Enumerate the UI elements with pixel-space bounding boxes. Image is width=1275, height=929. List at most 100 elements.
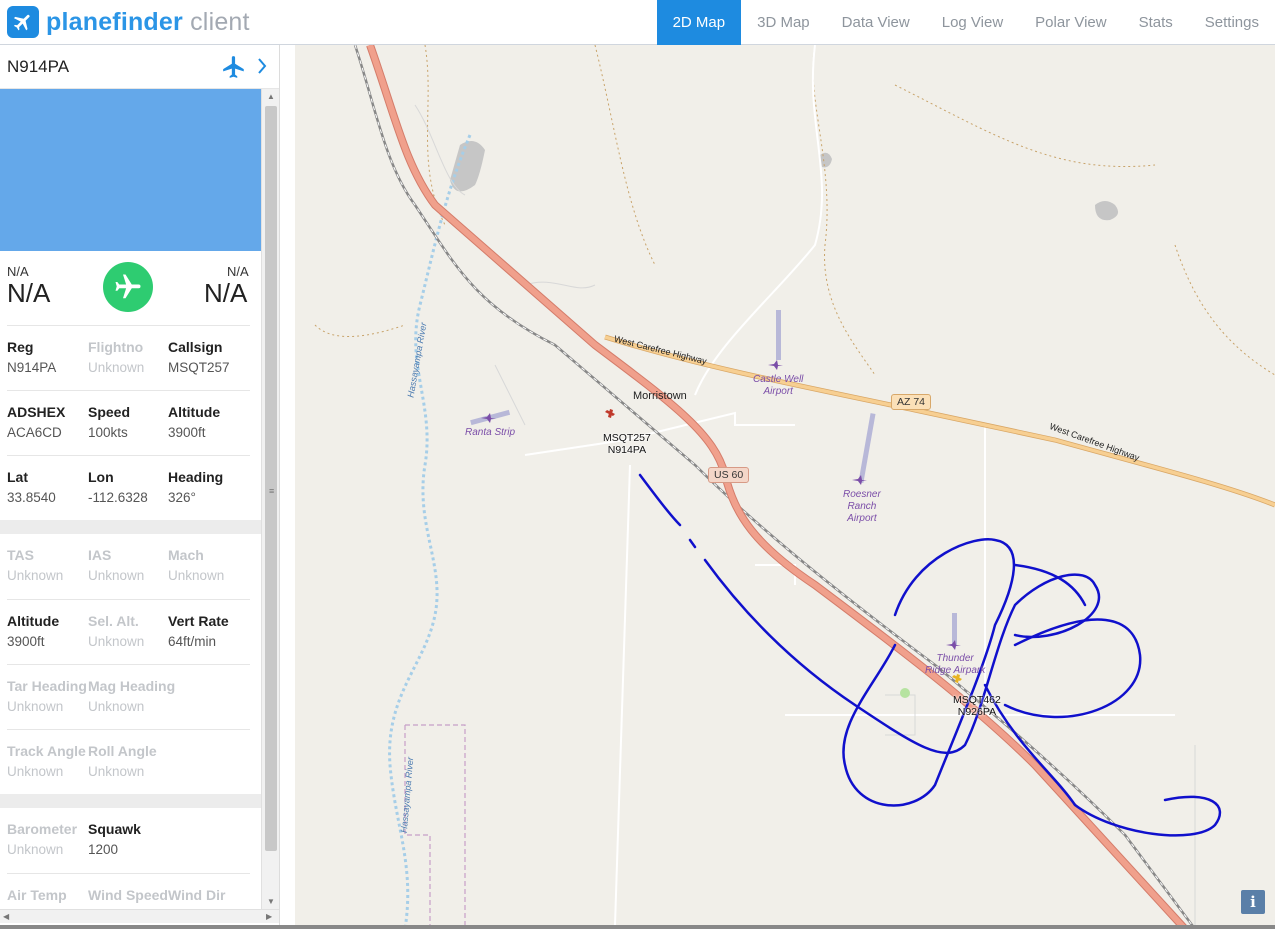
logo-plane-icon [7,6,39,38]
info-group-identity: Reg N914PA Flightno Unknown Callsign MSQT25… [7,325,250,390]
aircraft-n914pa-icon[interactable] [605,409,615,418]
field-label: Lat [7,469,28,485]
aircraft-tag-n914pa[interactable]: MSQT257 N914PA [603,432,651,456]
field-value: N914PA [7,360,57,375]
runway-castle-well [776,310,781,360]
route-summary: N/A N/A N/A N/A [0,251,261,325]
aircraft-callsign: MSQT462 [953,694,1001,706]
info-group-position: Lat 33.8540 Lon -112.6328 Heading 326° [7,455,250,520]
info-group-baro: Barometer Unknown Squawk 1200 [7,808,250,873]
field-squawk: Squawk 1200 [88,821,170,857]
castle-well-airport-icon [768,360,783,370]
scrollbar-thumb[interactable]: ≡ [265,106,277,851]
info-group-altitude: Altitude 3900ft Sel. Alt. Unknown Vert Rat… [7,599,250,664]
scroll-down-arrow-icon[interactable]: ▼ [267,897,275,906]
panel-content: N/A N/A N/A N/A Reg N914PA Flightno Unknow… [0,251,261,929]
tab-3d-map[interactable]: 3D Map [741,0,826,45]
field-value: 1200 [88,842,119,857]
horizontal-scrollbar[interactable]: ◀ ▶ [0,909,279,923]
scroll-right-arrow-icon[interactable]: ▶ [266,912,272,921]
field-mag-heading: Mag Heading Unknown [88,678,175,714]
field-value: Unknown [88,634,145,649]
header-bar: planefinder client 2D Map 3D Map Data Vi… [0,0,1275,45]
field-tar-heading: Tar Heading Unknown [7,678,89,714]
airport-label-line: Airport [763,386,793,397]
field-ias: IAS Unknown [88,547,170,583]
field-lon: Lon -112.6328 [88,469,170,505]
vertical-scrollbar[interactable]: ▲ ≡ ▼ [261,89,279,909]
us60-shield: US 60 [708,467,750,483]
field-label: Roll Angle [88,743,157,759]
field-label: Callsign [168,339,223,355]
tab-polar-view[interactable]: Polar View [1019,0,1122,45]
field-altitude: Altitude 3900ft [168,404,250,440]
field-value: Unknown [7,764,64,779]
info-group-basic: ADSHEX ACA6CD Speed 100kts Altitude 3900ft [7,390,250,455]
us60 [367,45,1188,929]
map-info-button[interactable]: i [1241,890,1265,914]
field-label: Mach [168,547,204,563]
field-label: Reg [7,339,34,355]
minor-roads [524,45,1175,926]
airport-label-line: Castle Well [753,374,804,385]
grip-icon: ≡ [269,486,275,496]
airport-label-ranta: Ranta Strip [465,427,516,438]
field-value: Unknown [88,699,145,714]
field-value: 326° [168,490,196,505]
airport-label-line: Thunder [936,653,974,664]
field-vert-rate: Vert Rate 64ft/min [168,613,250,649]
field-value: 33.8540 [7,490,56,505]
scroll-left-arrow-icon[interactable]: ◀ [3,912,9,921]
tab-2d-map[interactable]: 2D Map [656,0,742,45]
field-value: Unknown [88,360,145,375]
field-value: 64ft/min [168,634,217,649]
field-speed: Speed 100kts [88,404,170,440]
aircraft-tag-n926pa[interactable]: MSQT462 N926PA [953,694,1001,718]
tab-settings[interactable]: Settings [1189,0,1275,45]
field-barometer: Barometer Unknown [7,821,89,857]
field-flightno: Flightno Unknown [88,339,170,375]
field-heading: Heading 326° [168,469,250,505]
field-value: Unknown [88,764,145,779]
park-marker [900,688,910,698]
destination-code: N/A [227,264,249,279]
field-wind-dir: Wind Dir [168,887,250,908]
field-label: Track Angle [7,743,86,759]
airport-label-line: Ranch [847,501,877,512]
terrain-patch [820,152,832,168]
logo-text: planefinder client [46,8,250,37]
field-mach: Mach Unknown [168,547,250,583]
aircraft-photo [0,89,261,251]
tab-stats[interactable]: Stats [1123,0,1189,45]
field-label: Altitude [168,404,221,420]
field-label: Air Temp [7,887,67,903]
town-label-morristown: Morristown [633,390,687,402]
tab-log-view[interactable]: Log View [926,0,1019,45]
destination-name: N/A [204,278,248,308]
airport-label-line: Ridge Airpark [925,665,986,676]
app-logo[interactable]: planefinder client [7,6,250,38]
track-n914pa-c [703,558,1101,755]
field-track-angle: Track Angle Unknown [7,743,89,779]
plane-icon[interactable] [221,54,247,85]
airport-label-line: Airport [847,513,877,524]
field-roll-angle: Roll Angle Unknown [88,743,170,779]
runway-roesner [858,413,876,483]
field-label: Heading [168,469,224,485]
field-value: Unknown [7,699,64,714]
selected-registration: N914PA [7,56,70,76]
logo-suffix: client [190,7,250,36]
field-label: IAS [88,547,112,563]
field-value: Unknown [168,568,225,583]
scroll-up-arrow-icon[interactable]: ▲ [267,92,275,101]
field-label: Flightno [88,339,144,355]
map-view[interactable]: Morristown West Carefree Highway West Ca… [295,45,1275,929]
airborne-plane-icon [103,262,153,312]
chevron-right-icon[interactable] [257,57,267,80]
track-n914pa-a [638,473,682,527]
app-window: planefinder client 2D Map 3D Map Data Vi… [0,0,1275,929]
airport-label-line: Roesner [843,489,881,500]
tab-data-view[interactable]: Data View [826,0,926,45]
field-label: Lon [88,469,114,485]
field-label: Tar Heading [7,678,87,694]
